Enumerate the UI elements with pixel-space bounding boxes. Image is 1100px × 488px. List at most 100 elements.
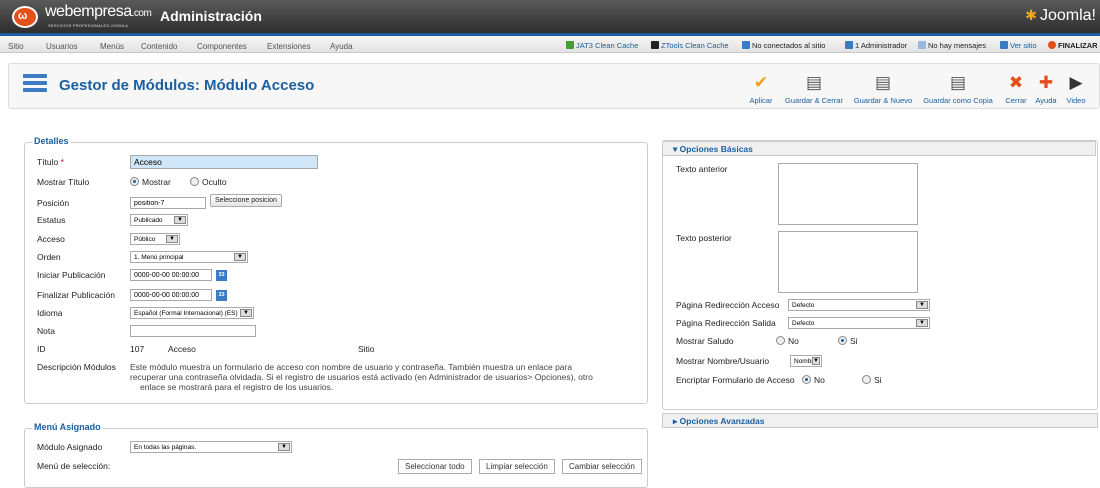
- ztools-clean-cache[interactable]: ZTools Clean Cache: [651, 41, 729, 50]
- menu-extensiones[interactable]: Extensiones: [267, 42, 311, 51]
- menu-componentes[interactable]: Componentes: [197, 42, 247, 51]
- save-new-icon: ▤: [874, 73, 892, 92]
- module-manager-icon: [23, 74, 47, 96]
- note-input[interactable]: [130, 325, 256, 337]
- page-title: Gestor de Módulos: Módulo Acceso: [59, 77, 315, 94]
- refresh-icon: [566, 41, 574, 49]
- id-value: 107: [130, 344, 145, 354]
- dropdown-arrow-icon: ▼: [166, 235, 178, 243]
- show-title-show-option[interactable]: Mostrar: [130, 177, 171, 187]
- logout-link[interactable]: FINALIZAR: [1048, 41, 1098, 50]
- help-icon: ✚: [1038, 73, 1054, 92]
- close-button[interactable]: ✖ Cerrar: [1003, 72, 1029, 105]
- dropdown-arrow-icon: ▼: [174, 216, 186, 224]
- calendar-icon[interactable]: 33: [216, 270, 227, 281]
- dropdown-arrow-icon: ▼: [240, 309, 252, 317]
- calendar-icon[interactable]: 33: [216, 290, 227, 301]
- assigned-menu-legend: Menú Asignado: [32, 422, 103, 432]
- dropdown-arrow-icon: ▼: [916, 319, 928, 327]
- mail-icon: [918, 41, 926, 49]
- radio-selected-icon: [802, 375, 811, 384]
- brand-name: webempresa.com: [45, 3, 152, 20]
- access-label: Acceso: [37, 234, 65, 244]
- logout-icon: [1048, 41, 1056, 49]
- menu-sitio[interactable]: Sitio: [8, 42, 24, 51]
- post-text-textarea[interactable]: [778, 231, 918, 293]
- page-toolbar: Gestor de Módulos: Módulo Acceso ✔ Aplica…: [8, 63, 1100, 109]
- module-description: Este módulo muestra un formulario de acc…: [130, 362, 593, 392]
- save-new-button[interactable]: ▤ Guardar & Nuevo: [851, 72, 915, 105]
- jat3-clean-cache[interactable]: JAT3 Clean Cache: [566, 41, 638, 50]
- admin-header: ω webempresa.com SERVICIOS PROFESIONALES…: [0, 0, 1100, 33]
- assigned-menu-fieldset: [24, 428, 648, 488]
- greeting-no-option[interactable]: No: [776, 336, 799, 346]
- checkmark-icon: ✔: [753, 73, 769, 92]
- dropdown-arrow-icon: ▼: [916, 301, 928, 309]
- module-assignment-select[interactable]: En todas las páginas. ▼: [130, 441, 292, 453]
- menu-ayuda[interactable]: Ayuda: [330, 42, 353, 51]
- start-publish-input[interactable]: [130, 269, 212, 281]
- dropdown-arrow-icon: ▼: [812, 357, 820, 365]
- module-assignment-label: Módulo Asignado: [37, 442, 103, 452]
- module-client: Sitio: [358, 344, 375, 354]
- menu-menus[interactable]: Menús: [100, 42, 124, 51]
- expand-arrow-icon: ▸: [673, 416, 680, 426]
- greeting-label: Mostrar Saludo: [676, 336, 734, 346]
- joomla-logo: ✱ Joomla!: [1025, 7, 1096, 24]
- apply-button[interactable]: ✔ Aplicar: [747, 72, 775, 105]
- language-select[interactable]: Español (Formal Internacional) (ES) ▼: [130, 307, 254, 319]
- menu-contenido[interactable]: Contenido: [141, 42, 177, 51]
- admin-title: Administración: [160, 8, 262, 24]
- module-type: Acceso: [168, 344, 196, 354]
- description-label: Descripción Módulos: [37, 362, 116, 372]
- messages-status[interactable]: No hay mensajes: [918, 41, 986, 50]
- login-redirect-label: Página Redirección Acceso: [676, 300, 780, 310]
- view-site-link[interactable]: Ver sitio: [1000, 41, 1037, 50]
- start-publish-label: Iniciar Publicación: [37, 270, 106, 280]
- show-name-label: Mostrar Nombre/Usuario: [676, 356, 770, 366]
- select-position-button[interactable]: Seleccione posicion: [210, 194, 282, 207]
- finish-publish-label: Finalizar Publicación: [37, 290, 115, 300]
- save-close-button[interactable]: ▤ Guardar & Cerrar: [781, 72, 847, 105]
- order-select[interactable]: 1. Menú principal ▼: [130, 251, 248, 263]
- login-redirect-select[interactable]: Defecto ▼: [788, 299, 930, 311]
- ztools-icon: [651, 41, 659, 49]
- webempresa-logo-icon: ω: [12, 6, 38, 28]
- save-icon: ▤: [805, 73, 823, 92]
- help-button[interactable]: ✚ Ayuda: [1033, 72, 1059, 105]
- finish-publish-input[interactable]: [130, 289, 212, 301]
- note-label: Nota: [37, 326, 55, 336]
- dropdown-arrow-icon: ▼: [234, 253, 246, 261]
- video-icon: ▶: [1069, 73, 1083, 92]
- status-label: Estatus: [37, 215, 66, 225]
- advanced-options-header[interactable]: ▸ Opciones Avanzadas: [662, 413, 1098, 428]
- pre-text-textarea[interactable]: [778, 163, 918, 225]
- show-title-hide-option[interactable]: Oculto: [190, 177, 227, 187]
- admin-icon: [845, 41, 853, 49]
- greeting-yes-option[interactable]: Si: [838, 336, 858, 346]
- menu-usuarios[interactable]: Usuarios: [46, 42, 78, 51]
- language-label: Idioma: [37, 308, 63, 318]
- status-select[interactable]: Publicado ▼: [130, 214, 188, 226]
- main-menu-bar: Sitio Usuarios Menús Contenido Component…: [0, 33, 1100, 53]
- joomla-icon: ✱: [1025, 7, 1037, 23]
- show-name-select[interactable]: Nombre ▼: [790, 355, 822, 367]
- admin-count-status[interactable]: 1 Administrador: [845, 41, 907, 50]
- pre-text-label: Texto anterior: [676, 164, 728, 174]
- position-input[interactable]: [130, 197, 206, 209]
- menu-selection-label: Menú de selección:: [37, 461, 111, 471]
- not-connected-status[interactable]: No conectados al sitio: [742, 41, 825, 50]
- title-label: Título *: [37, 157, 64, 167]
- encrypt-yes-option[interactable]: Si: [862, 375, 882, 385]
- radio-selected-icon: [130, 177, 139, 186]
- video-button[interactable]: ▶ Video: [1063, 72, 1089, 105]
- access-select[interactable]: Público ▼: [130, 233, 180, 245]
- radio-selected-icon: [838, 336, 847, 345]
- logout-redirect-select[interactable]: Defecto ▼: [788, 317, 930, 329]
- encrypt-no-option[interactable]: No: [802, 375, 825, 385]
- save-copy-button[interactable]: ▤ Guardar como Copia: [921, 72, 995, 105]
- basic-options-header[interactable]: ▾ Opciones Básicas: [662, 141, 1096, 156]
- logout-redirect-label: Página Redirección Salida: [676, 318, 776, 328]
- radio-icon: [776, 336, 785, 345]
- title-input[interactable]: [130, 155, 318, 169]
